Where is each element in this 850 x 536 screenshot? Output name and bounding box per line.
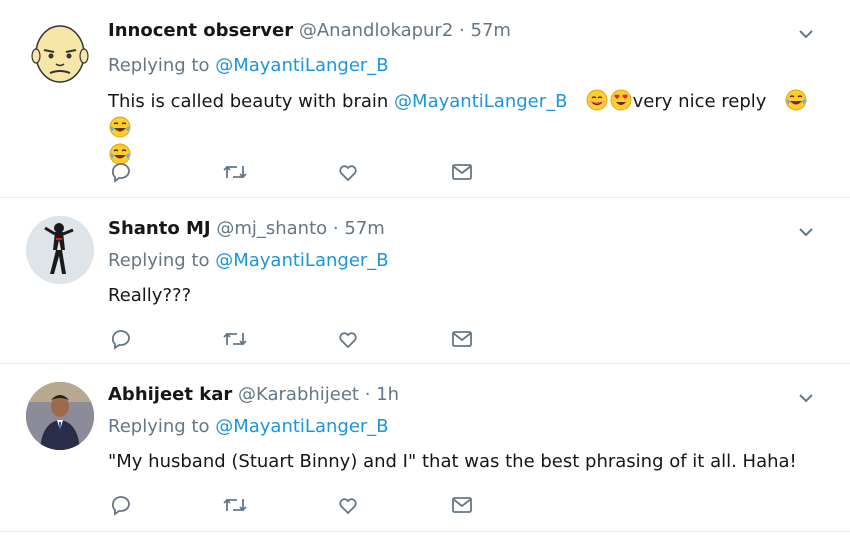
separator-dot: · [459,20,465,41]
avatar[interactable] [26,216,94,284]
tweet-item[interactable]: Innocent observer @Anandlokapur2 · 57m R… [0,0,850,198]
tweet-text-part: This is called beauty with brain [108,91,389,112]
direct-message-icon [452,331,472,347]
replying-to: Replying to @MayantiLanger_B [108,250,389,271]
tweet-header: Innocent observer @Anandlokapur2 · 57m [108,20,511,41]
direct-message-button[interactable] [448,159,476,185]
like-icon [339,165,357,182]
chevron-down-icon[interactable] [796,388,816,408]
replying-to: Replying to @MayantiLanger_B [108,55,389,76]
user-handle[interactable]: @Anandlokapur2 [299,20,453,41]
tweet-item[interactable]: Abhijeet kar @Karabhijeet · 1h Replying … [0,364,850,532]
direct-message-button[interactable] [448,492,476,518]
tweet-header: Shanto MJ @mj_shanto · 57m [108,218,385,239]
tweet-header: Abhijeet kar @Karabhijeet · 1h [108,384,399,405]
avatar[interactable] [26,382,94,450]
reply-button[interactable] [108,326,136,352]
like-button[interactable] [334,326,362,352]
user-name[interactable]: Abhijeet kar [108,384,232,405]
dancer-silhouette-avatar-icon [26,216,94,284]
chevron-down-icon[interactable] [796,24,816,44]
tweet-text: "My husband (Stuart Binny) and I" that w… [108,451,797,472]
retweet-button[interactable] [221,326,249,352]
like-button[interactable] [334,492,362,518]
retweet-icon [223,165,247,179]
tweet-text: Really??? [108,285,192,306]
user-name[interactable]: Shanto MJ [108,218,211,239]
retweet-button[interactable] [221,159,249,185]
replying-label: Replying to [108,250,210,271]
reply-icon [111,330,130,350]
replying-label: Replying to [108,416,210,437]
direct-message-button[interactable] [448,326,476,352]
man-in-suit-photo-avatar-icon [26,382,94,450]
heart-eyes-face-icon [610,89,632,111]
timestamp[interactable]: 1h [376,384,399,405]
separator-dot: · [332,218,339,239]
retweet-button[interactable] [221,492,249,518]
user-handle[interactable]: @Karabhijeet [238,384,359,405]
timestamp[interactable]: 57m [344,218,384,239]
reply-icon [111,163,130,183]
avatar[interactable] [26,18,94,86]
mention-link[interactable]: @MayantiLanger_B [394,91,567,112]
replying-to-link[interactable]: @MayantiLanger_B [215,250,388,271]
like-button[interactable] [334,159,362,185]
tears-of-joy-icon [109,116,131,138]
reply-button[interactable] [108,159,136,185]
reply-icon [111,496,130,516]
replying-to-link[interactable]: @MayantiLanger_B [215,55,388,76]
separator-dot: · [364,384,371,405]
like-icon [339,332,357,349]
replying-to: Replying to @MayantiLanger_B [108,416,389,437]
replying-label: Replying to [108,55,210,76]
direct-message-icon [452,164,472,180]
user-name[interactable]: Innocent observer [108,20,293,41]
user-handle[interactable]: @mj_shanto [216,218,327,239]
direct-message-icon [452,497,472,513]
timestamp[interactable]: 57m [471,20,511,41]
tweet-text: This is called beauty with brain @Mayant… [108,88,808,169]
replying-to-link[interactable]: @MayantiLanger_B [215,416,388,437]
tweet-actions [108,326,488,352]
tweet-text-part: very nice reply [632,91,767,112]
tweet-item[interactable]: Shanto MJ @mj_shanto · 57m Replying to @… [0,198,850,364]
chevron-down-icon[interactable] [796,222,816,242]
tears-of-joy-icon [785,89,807,111]
tweet-actions [108,159,488,185]
smiling-face-icon [586,89,608,111]
bald-cartoon-face-avatar-icon [31,25,89,83]
reply-button[interactable] [108,492,136,518]
like-icon [339,498,357,515]
retweet-icon [223,332,247,346]
tweet-actions [108,492,488,518]
retweet-icon [223,498,247,512]
